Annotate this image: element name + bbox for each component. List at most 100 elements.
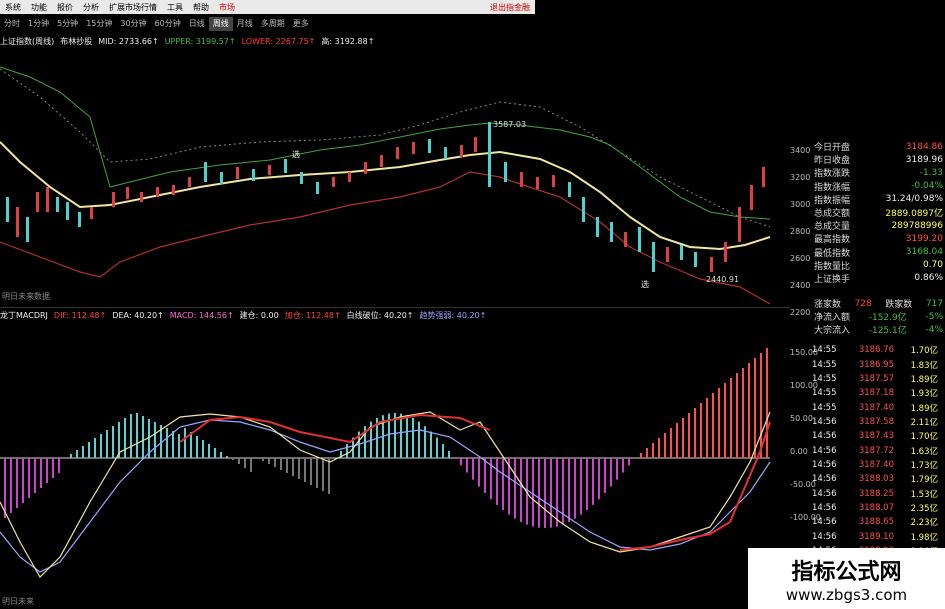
histogram-bar xyxy=(400,413,402,458)
tick-row: 14:55 3187.40 1.89亿 xyxy=(812,400,945,414)
histogram-bar xyxy=(604,458,606,493)
y-tick: 2800 xyxy=(790,227,811,236)
menu-tools[interactable]: 工具 xyxy=(162,2,188,13)
tab-period-2[interactable]: 5分钟 xyxy=(53,17,82,31)
candle xyxy=(460,145,463,157)
candle xyxy=(16,207,19,237)
histogram-bar xyxy=(274,458,276,467)
candlestick-chart[interactable]: 3587.03 2440.91 选 选 明日未来数据 xyxy=(0,47,790,307)
macd-chart[interactable]: 明日未来 xyxy=(0,322,790,607)
histogram-bar xyxy=(268,458,270,464)
macd-histogram xyxy=(4,348,768,528)
tick-row: 14:56 3188.65 2.23亿 xyxy=(812,515,945,529)
histogram-bar xyxy=(298,458,300,479)
tab-period-7[interactable]: 周线 xyxy=(208,17,233,31)
histogram-bar xyxy=(724,383,726,458)
histogram-bar xyxy=(52,458,54,478)
candle xyxy=(710,257,713,272)
y-tick: 3000 xyxy=(790,200,811,209)
histogram-bar xyxy=(622,458,624,473)
menu-function[interactable]: 功能 xyxy=(26,2,52,13)
indicator-name[interactable]: 布林抄股 xyxy=(60,36,92,47)
histogram-bar xyxy=(88,442,90,458)
tab-period-5[interactable]: 60分钟 xyxy=(151,17,185,31)
histogram-bar xyxy=(484,458,486,493)
histogram-bar xyxy=(202,440,204,458)
candle xyxy=(332,177,335,187)
quote-label: 最低指数 xyxy=(814,248,851,259)
candle xyxy=(112,192,115,207)
candle xyxy=(428,139,431,153)
histogram-bar xyxy=(238,458,240,464)
tick-t: 14:55 xyxy=(812,345,837,356)
chart-title: 上证指数(周线) xyxy=(0,36,55,46)
histogram-bar xyxy=(244,458,246,468)
quote-value: -1.33 xyxy=(919,167,943,178)
candle xyxy=(680,245,683,260)
histogram-bar xyxy=(106,430,108,458)
histogram-bar xyxy=(760,353,762,458)
macd-name[interactable]: 龙丁MACDRJ xyxy=(0,310,48,321)
tick-v: 1.53亿 xyxy=(910,489,938,500)
menu-extended-market[interactable]: 扩展市场行情 xyxy=(104,2,162,13)
menu-exit[interactable]: 退出指金融 xyxy=(485,2,535,13)
tick-row: 14:55 3187.18 1.93亿 xyxy=(812,386,945,400)
tick-p: 3188.65 xyxy=(858,517,894,528)
y-tick: 3200 xyxy=(790,173,811,182)
tick-row: 14:55 3186.95 1.83亿 xyxy=(812,357,945,371)
histogram-bar xyxy=(472,458,474,480)
candle xyxy=(504,162,507,182)
histogram-bar xyxy=(478,458,480,487)
histogram-bar xyxy=(502,458,504,511)
candle xyxy=(762,167,765,187)
histogram-bar xyxy=(700,403,702,458)
histogram-bar xyxy=(4,458,6,518)
tick-t: 14:56 xyxy=(812,531,837,542)
tick-list[interactable]: 14:55 3186.76 1.70亿 14:55 3186.95 1.83亿 14:55 3… xyxy=(812,343,945,558)
tick-t: 14:56 xyxy=(812,445,837,456)
watermark-title: 指标公式网 xyxy=(791,559,902,585)
histogram-bar xyxy=(550,458,552,528)
tick-row: 14:56 3189.10 1.98亿 xyxy=(812,529,945,543)
macd-value: MACD: 144.56↑ xyxy=(169,310,234,320)
tab-period-1[interactable]: 1分钟 xyxy=(24,17,53,31)
breadth-row: 涨家数 728 跌家数 717 xyxy=(812,297,945,311)
tab-period-3[interactable]: 15分钟 xyxy=(82,17,116,31)
tab-period-6[interactable]: 日线 xyxy=(185,17,209,31)
high-value: 高: 3192.88↑ xyxy=(321,36,375,46)
histogram-bar xyxy=(28,458,30,498)
histogram-bar xyxy=(70,454,72,458)
quote-row: 总成交量 289788996 xyxy=(812,219,945,233)
tick-t: 14:56 xyxy=(812,431,837,442)
menu-analysis[interactable]: 分析 xyxy=(78,2,104,13)
candle xyxy=(236,167,239,179)
quote-value: 3199.20 xyxy=(905,233,943,244)
quote-value: 31.24/0.98% xyxy=(885,194,943,205)
tick-t: 14:56 xyxy=(812,517,837,528)
tick-p: 3187.40 xyxy=(858,402,894,413)
histogram-bar xyxy=(658,438,660,458)
histogram-bar xyxy=(466,458,468,473)
histogram-bar xyxy=(694,408,696,458)
histogram-bar xyxy=(34,458,36,493)
menu-quote[interactable]: 报价 xyxy=(52,2,78,13)
histogram-bar xyxy=(112,426,114,458)
tab-period-9[interactable]: 多周期 xyxy=(257,17,289,31)
tab-period-8[interactable]: 月线 xyxy=(233,17,257,31)
menu-market[interactable]: 市场 xyxy=(214,2,240,13)
histogram-bar xyxy=(448,450,450,458)
quote-label: 指数涨跌 xyxy=(814,169,851,180)
red-signal-line xyxy=(179,413,491,444)
trend-value: 趋势强弱: 40.20↑ xyxy=(419,310,487,320)
quote-label: 指数振幅 xyxy=(814,195,851,206)
tab-period-4[interactable]: 30分钟 xyxy=(116,17,150,31)
tab-period-0[interactable]: 分时 xyxy=(0,17,24,31)
histogram-bar xyxy=(706,398,708,458)
tick-row: 14:56 3187.72 1.63亿 xyxy=(812,443,945,457)
menu-help[interactable]: 帮助 xyxy=(188,2,214,13)
tick-v: 2.35亿 xyxy=(910,503,938,514)
menu-system[interactable]: 系统 xyxy=(0,2,26,13)
quote-row: 最高指数 3199.20 xyxy=(812,232,945,246)
tab-period-10[interactable]: 更多 xyxy=(289,17,313,31)
histogram-bar xyxy=(40,458,42,488)
